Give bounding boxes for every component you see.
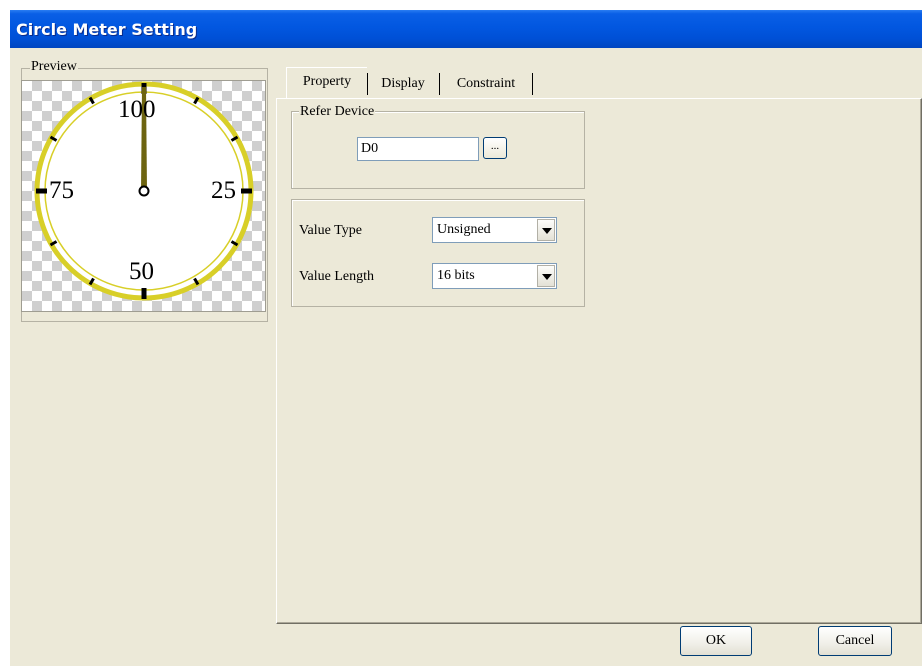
gauge-label-top: 100 — [118, 96, 156, 123]
value-type-label: Value Type — [299, 223, 362, 238]
window-title: Circle Meter Setting — [16, 20, 198, 39]
tab-constraint[interactable]: Constraint — [441, 70, 531, 97]
tab-separator — [532, 73, 533, 95]
cancel-button[interactable]: Cancel — [818, 626, 892, 656]
tab-constraint-label: Constraint — [456, 76, 516, 91]
ok-button[interactable]: OK — [680, 626, 752, 656]
refer-device-browse-button[interactable]: ... — [483, 137, 507, 159]
dialog-window: Circle Meter Setting Preview 100 25 50 7… — [10, 10, 922, 666]
preview-canvas: 100 25 50 75 — [21, 80, 266, 312]
gauge-label-bottom: 50 — [129, 258, 154, 285]
title-bar[interactable]: Circle Meter Setting — [10, 10, 922, 48]
preview-group-label: Preview — [30, 59, 78, 74]
tab-display[interactable]: Display — [369, 70, 437, 97]
gauge-label-left: 75 — [49, 177, 74, 204]
value-type-selected: Unsigned — [437, 222, 491, 237]
value-length-selected: 16 bits — [437, 268, 475, 283]
value-length-label: Value Length — [299, 269, 375, 284]
tab-separator — [439, 73, 440, 95]
chevron-down-icon[interactable] — [537, 219, 555, 241]
tab-property[interactable]: Property — [286, 67, 367, 98]
refer-device-input[interactable]: D0 — [357, 137, 479, 161]
refer-device-group-label: Refer Device — [299, 104, 376, 119]
tab-property-label: Property — [302, 74, 352, 89]
chevron-down-icon[interactable] — [537, 265, 555, 287]
value-type-select[interactable]: Unsigned — [432, 217, 557, 243]
property-tab-panel: Refer Device D0 ... Value Type Unsigned … — [276, 98, 922, 624]
tab-separator — [367, 73, 368, 95]
tab-display-label: Display — [381, 76, 425, 91]
value-settings-group — [291, 199, 585, 307]
gauge-label-right: 25 — [211, 177, 236, 204]
gauge-pivot — [138, 185, 150, 197]
value-length-select[interactable]: 16 bits — [432, 263, 557, 289]
